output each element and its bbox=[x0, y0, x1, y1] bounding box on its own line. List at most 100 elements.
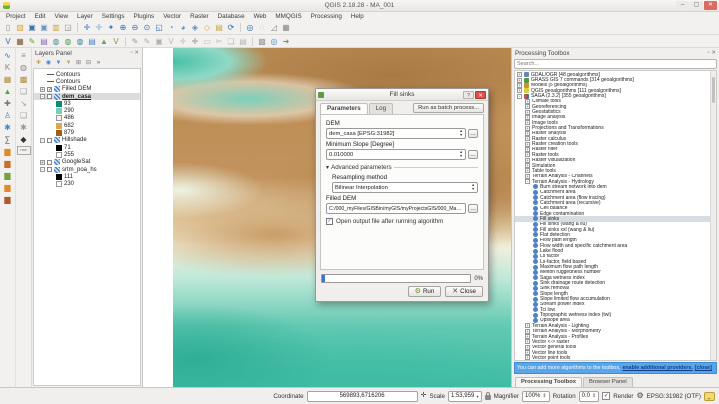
duplicate-layer-icon[interactable]: ❏ bbox=[18, 110, 30, 122]
refresh-icon[interactable]: ⟳ bbox=[225, 22, 237, 33]
menu-web[interactable]: Web bbox=[254, 13, 267, 20]
zoom-in-icon[interactable]: ⊕ bbox=[117, 22, 129, 33]
expander-icon[interactable]: + bbox=[525, 329, 530, 334]
expander-icon[interactable]: + bbox=[517, 72, 522, 77]
plugin-tools-icon[interactable]: ✱ bbox=[18, 122, 30, 134]
labeling-icon[interactable]: ▩ bbox=[256, 36, 268, 47]
map-tips-icon[interactable]: ▤ bbox=[213, 22, 225, 33]
node-tool-icon[interactable]: ✚ bbox=[189, 36, 201, 47]
add-postgis-layer-icon[interactable]: ◍ bbox=[50, 36, 62, 47]
dem-browse-button[interactable]: … bbox=[468, 129, 478, 138]
messages-icon[interactable] bbox=[704, 392, 715, 401]
rotation-spinbox[interactable]: 0.0 ⇕ bbox=[579, 391, 600, 402]
paste-features-icon[interactable]: ▤ bbox=[237, 36, 249, 47]
menu-mmqgis[interactable]: MMQGIS bbox=[275, 13, 301, 20]
menu-processing[interactable]: Processing bbox=[311, 13, 342, 20]
panel-undock-icon[interactable]: ▫ bbox=[707, 50, 709, 56]
open-output-checkbox[interactable]: ✓ bbox=[326, 218, 333, 225]
magnifier-spinbox[interactable]: 100% ⇕ bbox=[522, 391, 550, 402]
panel-undock-icon[interactable]: ▫ bbox=[130, 50, 132, 56]
gps-tracker-icon[interactable]: ◆ bbox=[18, 134, 30, 146]
add-spatialite-layer-icon[interactable]: ▤ bbox=[38, 36, 50, 47]
expander-icon[interactable]: + bbox=[525, 110, 530, 115]
run-as-batch-button[interactable]: Run as batch process... bbox=[413, 103, 484, 113]
add-wms-layer-icon[interactable]: ◍ bbox=[62, 36, 74, 47]
panel-close-icon[interactable]: ✕ bbox=[134, 50, 139, 56]
save-project-icon[interactable]: ▣ bbox=[26, 22, 38, 33]
new-project-icon[interactable]: ▯ bbox=[2, 22, 14, 33]
zoom-full-icon[interactable]: ◱ bbox=[153, 22, 165, 33]
layer-visibility-checkbox[interactable] bbox=[47, 160, 52, 165]
histogram-chart-icon[interactable]: ▆ bbox=[2, 146, 14, 158]
menu-project[interactable]: Project bbox=[6, 13, 26, 20]
layer-row[interactable]: -srtm_poa_hs bbox=[34, 166, 140, 173]
georeferencer-icon[interactable]: ✚ bbox=[2, 98, 14, 110]
legend-swatch-row[interactable]: 255 bbox=[34, 151, 140, 158]
legend-swatch-row[interactable]: 71 bbox=[34, 144, 140, 151]
area-chart-icon[interactable]: ▆ bbox=[2, 194, 14, 206]
pan-to-selection-icon[interactable]: ✛ bbox=[93, 22, 105, 33]
layer-tools-icon[interactable]: ▩ bbox=[18, 74, 30, 86]
tab-processing-toolbox[interactable]: Processing Toolbox bbox=[515, 377, 582, 387]
menu-raster[interactable]: Raster bbox=[190, 13, 209, 20]
expander-icon[interactable]: + bbox=[525, 142, 530, 147]
zoom-last-icon[interactable]: ◔ bbox=[165, 22, 177, 33]
expander-icon[interactable]: + bbox=[517, 78, 522, 83]
expander-icon[interactable]: + bbox=[525, 174, 530, 179]
dem-combobox[interactable]: dem_casa [EPSG:31982] ▲▼ bbox=[326, 128, 466, 139]
toggle-extents-icon[interactable]: ✛ bbox=[421, 392, 427, 400]
save-project-as-icon[interactable]: ▣ bbox=[38, 22, 50, 33]
add-raster-layer-icon[interactable]: ▦ bbox=[14, 36, 26, 47]
crs-label[interactable]: EPSG:31982 (OTF) bbox=[647, 393, 701, 400]
layer-visibility-checkbox[interactable] bbox=[47, 94, 52, 99]
topology-checker-icon[interactable]: ✱ bbox=[2, 122, 14, 134]
select-features-icon[interactable]: ◌ bbox=[256, 22, 268, 33]
move-feature-icon[interactable]: ✛ bbox=[177, 36, 189, 47]
scale-combo[interactable]: 1:53,959 ▾ bbox=[448, 391, 482, 402]
layer-row[interactable]: -dem_casa bbox=[34, 93, 140, 100]
zoom-native-icon[interactable]: ⊙ bbox=[141, 22, 153, 33]
map-themes-icon[interactable]: ◉ bbox=[44, 59, 53, 68]
output-browse-button[interactable]: … bbox=[468, 204, 478, 213]
expander-icon[interactable]: + bbox=[525, 131, 530, 136]
add-group-icon[interactable]: ✚ bbox=[34, 59, 43, 68]
expander-icon[interactable]: - bbox=[517, 94, 522, 99]
zoom-to-selection-icon[interactable]: ◇ bbox=[201, 22, 213, 33]
add-vector-layer-icon[interactable]: V bbox=[2, 36, 14, 47]
menu-layer[interactable]: Layer bbox=[77, 13, 93, 20]
expander-icon[interactable]: - bbox=[40, 94, 45, 99]
expander-icon[interactable]: + bbox=[525, 345, 530, 350]
globe-plugin-icon[interactable]: ◍ bbox=[18, 62, 30, 74]
filter-expression-icon[interactable]: ▼ bbox=[64, 59, 73, 68]
expander-icon[interactable]: + bbox=[525, 126, 530, 131]
panel-overflow-icon[interactable]: » bbox=[94, 59, 103, 68]
layer-row[interactable]: +GoogleSat bbox=[34, 159, 140, 166]
tab-browser-panel[interactable]: Browser Panel bbox=[583, 377, 633, 387]
expander-icon[interactable]: + bbox=[40, 160, 45, 165]
layer-row[interactable]: Contours bbox=[34, 78, 140, 85]
copy-style-icon[interactable]: ❏ bbox=[18, 86, 30, 98]
osm-place-search-icon[interactable]: ◎ bbox=[268, 36, 280, 47]
grass-tools-icon[interactable]: K bbox=[2, 62, 14, 74]
scatter-chart-icon[interactable]: ▆ bbox=[2, 182, 14, 194]
menu-vector[interactable]: Vector bbox=[163, 13, 181, 20]
add-gpx-icon[interactable]: ▲ bbox=[98, 36, 110, 47]
dialog-close-button[interactable]: ✕ bbox=[475, 91, 486, 99]
output-path-input[interactable]: C:/000_myFiles/GISBin/myGIS/myProjectsGI… bbox=[326, 203, 466, 214]
expander-icon[interactable]: + bbox=[525, 163, 530, 168]
close-dialog-button[interactable]: ✕ Close bbox=[445, 286, 483, 297]
statistics-icon[interactable]: ∑ bbox=[2, 134, 14, 146]
legend-swatch-row[interactable]: 682 bbox=[34, 122, 140, 129]
composer-manager-icon[interactable]: ◲ bbox=[62, 22, 74, 33]
minimize-button[interactable]: – bbox=[676, 1, 689, 10]
zoom-out-icon[interactable]: ⊖ bbox=[129, 22, 141, 33]
tab-parameters[interactable]: Parameters bbox=[320, 103, 368, 114]
menu-view[interactable]: View bbox=[54, 13, 68, 20]
help-contents-icon[interactable]: ➜ bbox=[280, 36, 292, 47]
expander-icon[interactable]: + bbox=[525, 147, 530, 152]
cut-features-icon[interactable]: ✂ bbox=[213, 36, 225, 47]
add-delimited-text-icon[interactable]: ▤ bbox=[86, 36, 98, 47]
collapse-all-icon[interactable]: ⊟ bbox=[84, 59, 93, 68]
legend-swatch-row[interactable]: 486 bbox=[34, 115, 140, 122]
expander-icon[interactable]: - bbox=[40, 138, 45, 143]
